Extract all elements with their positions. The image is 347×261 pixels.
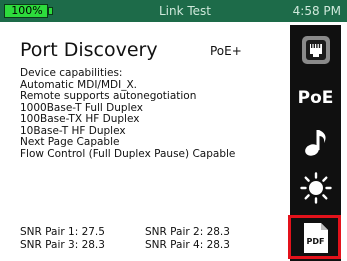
snr-pair-4: SNR Pair 4: 28.3 xyxy=(145,239,230,251)
music-note-icon xyxy=(303,127,329,161)
snr-pair-1: SNR Pair 1: 27.5 xyxy=(20,226,105,238)
page-title: Port Discovery xyxy=(20,39,158,61)
capability-item: 100Base-TX HF Duplex xyxy=(20,113,140,125)
clock: 4:58 PM xyxy=(292,4,341,18)
snr-pair-2: SNR Pair 2: 28.3 xyxy=(145,226,230,238)
poe-icon: PoE xyxy=(297,88,334,108)
pdf-button-highlight xyxy=(288,215,341,259)
brightness-icon xyxy=(299,172,332,208)
snr-pair-3: SNR Pair 3: 28.3 xyxy=(20,239,105,251)
tone-button[interactable] xyxy=(290,121,341,167)
capability-item: Flow Control (Full Duplex Pause) Capable xyxy=(20,147,236,160)
capability-item: Device capabilities: xyxy=(20,67,123,79)
port-view-button[interactable] xyxy=(290,29,341,75)
battery-indicator: 100% xyxy=(4,4,48,18)
brightness-button[interactable] xyxy=(290,167,341,213)
status-bar: 100% Link Test 4:58 PM xyxy=(0,0,347,22)
capability-item: Next Page Capable xyxy=(20,136,120,148)
battery-level: 100% xyxy=(11,4,43,17)
capability-item: Remote supports autonegotiation xyxy=(20,90,197,102)
poe-class-badge: PoE+ xyxy=(210,44,242,58)
battery-tip xyxy=(48,7,53,15)
screen-title: Link Test xyxy=(158,4,212,18)
network-port-icon xyxy=(301,35,331,69)
poe-button[interactable]: PoE xyxy=(290,75,341,121)
screen: 100% Link Test 4:58 PM Port Discovery Po… xyxy=(0,0,347,261)
capabilities-list: Device capabilities: Automatic MDI/MDI_X… xyxy=(20,67,236,160)
